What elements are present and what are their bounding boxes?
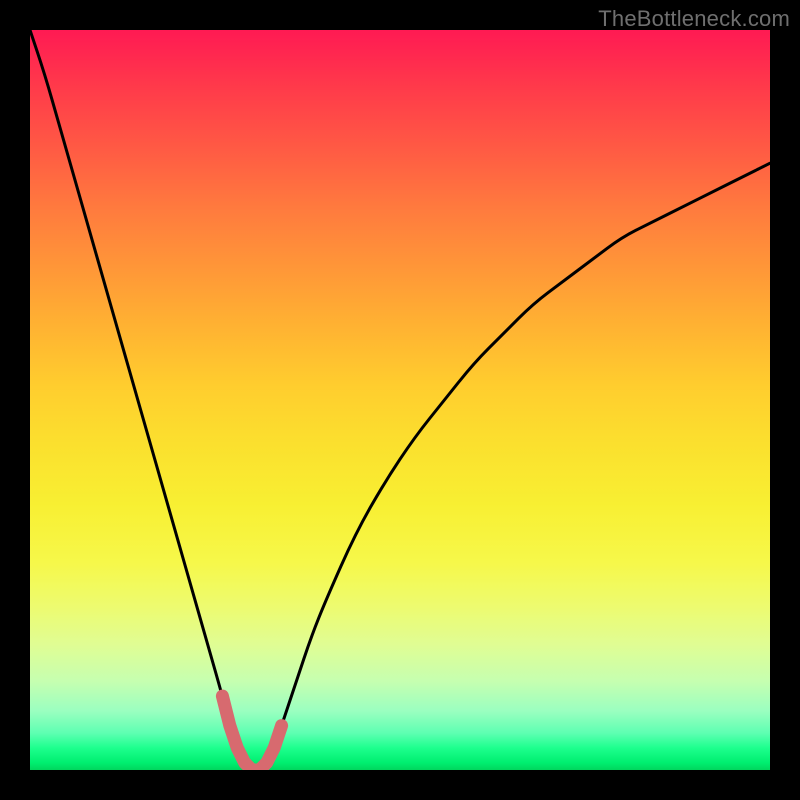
chart-frame: TheBottleneck.com (0, 0, 800, 800)
bottleneck-curve (30, 30, 770, 770)
chart-svg (30, 30, 770, 770)
curve-trough-highlight (222, 696, 281, 770)
watermark-text: TheBottleneck.com (598, 6, 790, 32)
